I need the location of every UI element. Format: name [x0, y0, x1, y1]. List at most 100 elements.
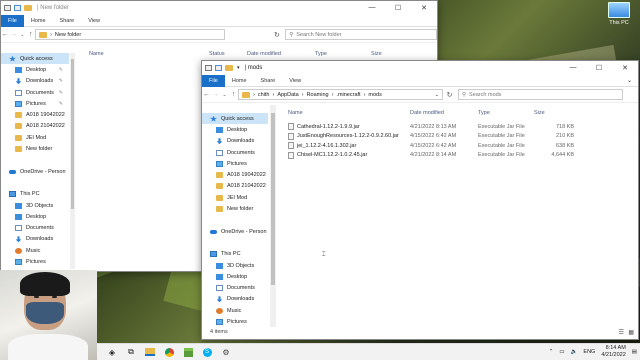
nav-item[interactable]: Pictures [202, 316, 268, 325]
minecraft-icon[interactable] [181, 346, 195, 358]
nav-item[interactable]: A018 21042022 [202, 181, 268, 192]
forward-arrow-icon[interactable]: → [10, 31, 19, 38]
notifications-icon[interactable]: ▤ [632, 349, 637, 355]
tab-share[interactable]: Share [254, 75, 283, 87]
tab-file[interactable]: File [1, 14, 24, 27]
nav-item[interactable]: Quick access [1, 53, 69, 65]
breadcrumb-item[interactable]: .minecraft [336, 92, 360, 98]
breadcrumb-item[interactable]: chith [258, 92, 270, 98]
column-type[interactable]: Type [478, 110, 534, 116]
nav-item[interactable]: Pictures [202, 158, 268, 169]
forward-arrow-icon[interactable]: → [211, 91, 220, 98]
desktop-icon-this-pc[interactable]: This PC [602, 2, 636, 26]
search-box[interactable]: ⚲ Search mods [458, 89, 623, 100]
column-type[interactable]: Type [315, 51, 371, 57]
nav-item[interactable]: Desktop [1, 211, 69, 222]
nav-item[interactable]: OneDrive - Person [202, 226, 268, 237]
nav-item[interactable]: Music [1, 245, 69, 256]
column-status[interactable]: Status [209, 51, 247, 57]
nav-item[interactable]: OneDrive - Person [1, 166, 69, 177]
nav-item[interactable]: Desktop ✎ [1, 64, 69, 75]
maximize-button[interactable]: ☐ [586, 64, 612, 72]
nav-item[interactable]: Downloads [1, 234, 69, 245]
nav-item[interactable]: New folder [1, 143, 69, 154]
clock[interactable]: 8:14 AM 4/21/2022 [601, 345, 625, 359]
address-bar[interactable]: › chith › AppData › Roaming › .minecraft… [238, 89, 443, 100]
file-row[interactable]: Cathedral-1.12.2-1.9.9.jar 4/21/2022 8:13… [288, 122, 588, 132]
recent-chevron-icon[interactable]: ⌄ [220, 92, 229, 98]
minimize-button[interactable]: — [560, 64, 586, 72]
scrollbar-thumb[interactable] [71, 59, 74, 209]
close-button[interactable]: ✕ [411, 4, 437, 12]
file-row[interactable]: Chisel-MC1.12.2-1.0.2.45.jar 4/21/2022 8:… [288, 151, 588, 161]
back-arrow-icon[interactable]: ← [202, 91, 211, 98]
skype-icon[interactable]: S [200, 346, 214, 358]
large-icons-view-icon[interactable]: ▦ [628, 329, 634, 336]
nav-item[interactable]: JEI Mod [1, 132, 69, 143]
back-arrow-icon[interactable]: ← [1, 31, 10, 38]
nav-item[interactable]: Documents [202, 282, 268, 293]
nav-item[interactable]: Documents ✎ [1, 87, 69, 98]
refresh-icon[interactable]: ↻ [273, 31, 282, 39]
chrome-icon[interactable] [162, 346, 176, 358]
column-name[interactable]: Name [288, 110, 410, 116]
nav-item[interactable]: Pictures [1, 256, 69, 267]
column-date-modified[interactable]: Date modified [410, 110, 478, 116]
search-box[interactable]: ⚲ Search New folder [285, 29, 438, 40]
properties-icon[interactable] [215, 65, 222, 71]
nav-item[interactable]: Documents [202, 147, 268, 158]
nav-item[interactable]: Desktop [202, 124, 268, 135]
maximize-button[interactable]: ☐ [385, 4, 411, 12]
folder-icon[interactable] [24, 5, 32, 11]
nav-item[interactable]: Pictures ✎ [1, 98, 69, 109]
task-view-icon[interactable]: ⧉ [124, 346, 138, 358]
properties-icon[interactable] [14, 5, 21, 11]
settings-icon[interactable]: ⚙ [219, 346, 233, 358]
up-arrow-icon[interactable]: ↑ [27, 31, 36, 38]
nav-item[interactable]: Downloads [202, 294, 268, 305]
tab-file[interactable]: File [202, 74, 225, 87]
column-size[interactable]: Size [371, 51, 411, 57]
tab-view[interactable]: View [282, 75, 308, 87]
tab-home[interactable]: Home [24, 15, 53, 27]
start-icon[interactable]: ◈ [105, 346, 119, 358]
recent-chevron-icon[interactable]: ⌄ [18, 32, 27, 38]
nav-item[interactable]: Documents [1, 222, 69, 233]
breadcrumb-item[interactable]: AppData [277, 92, 298, 98]
nav-item[interactable]: Videos [1, 268, 69, 269]
tab-share[interactable]: Share [53, 15, 82, 27]
breadcrumb-item[interactable]: mods [368, 92, 381, 98]
column-name[interactable]: Name [89, 51, 209, 57]
file-row[interactable]: jei_1.12.2-4.16.1.302.jar 4/15/2022 6:42 … [288, 141, 588, 151]
scrollbar-thumb[interactable] [271, 113, 275, 285]
nav-item[interactable]: This PC [202, 249, 268, 260]
nav-item[interactable]: Downloads [202, 136, 268, 147]
network-icon[interactable]: ▭ [559, 349, 564, 355]
address-dropdown-icon[interactable]: ⌄ [435, 92, 439, 98]
breadcrumb-item[interactable]: Roaming [307, 92, 329, 98]
up-arrow-icon[interactable]: ↑ [229, 91, 238, 98]
breadcrumb-item[interactable]: New folder [55, 32, 81, 38]
nav-item[interactable]: Downloads ✎ [1, 76, 69, 87]
expand-ribbon-icon[interactable]: ⌄ [627, 77, 632, 84]
address-bar[interactable]: › New folder [35, 29, 225, 40]
tab-view[interactable]: View [81, 15, 107, 27]
details-view-icon[interactable]: ☰ [619, 329, 624, 336]
nav-item[interactable]: Desktop [202, 271, 268, 282]
nav-item[interactable]: 3D Objects [202, 260, 268, 271]
folder-icon[interactable] [225, 65, 233, 71]
quick-access-dropdown-icon[interactable]: ▾ [237, 65, 240, 71]
nav-item[interactable]: Quick access [202, 113, 268, 125]
volume-icon[interactable]: 🔈 [571, 349, 578, 355]
nav-item[interactable]: A018 19042022 [1, 109, 69, 120]
nav-item[interactable]: JEI Mod [202, 192, 268, 203]
nav-scrollbar[interactable] [270, 105, 276, 327]
nav-item[interactable]: New folder [202, 203, 268, 214]
column-size[interactable]: Size [534, 110, 574, 116]
tab-home[interactable]: Home [225, 75, 254, 87]
nav-item[interactable]: This PC [1, 189, 69, 200]
nav-scrollbar[interactable] [70, 53, 75, 269]
file-row[interactable]: JustEnoughResources-1.12.2-0.9.2.60.jar 4… [288, 132, 588, 142]
nav-item[interactable]: A018 21042022 [1, 121, 69, 132]
nav-item[interactable]: A018 19042022 [202, 169, 268, 180]
